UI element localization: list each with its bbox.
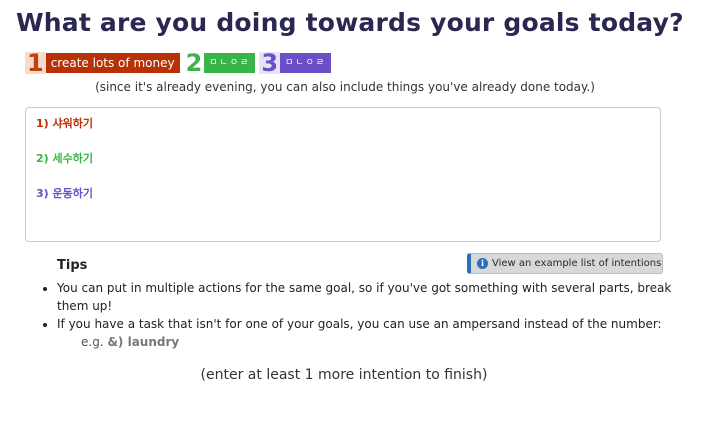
intentions-textarea[interactable]: 1) 샤워하기 2) 세수하기 3) 운동하기 <box>25 107 661 242</box>
example-prefix: e.g. <box>81 335 104 349</box>
finish-status: (enter at least 1 more intention to fini… <box>200 367 488 383</box>
goal-2-number: 2 <box>185 49 203 77</box>
intention-line-2: 2) 세수하기 <box>36 152 93 165</box>
view-example-button[interactable]: i View an example list of intentions <box>467 253 663 274</box>
goal-3-label: ㅁㄴㅇㄹ <box>280 53 332 73</box>
tip-2-text: If you have a task that isn't for one of… <box>57 317 662 331</box>
info-icon: i <box>477 258 488 269</box>
intention-line-3: 3) 운동하기 <box>36 187 93 200</box>
intention-line-1: 1) 샤워하기 <box>36 117 93 130</box>
goal-2-label: ㅁㄴㅇㄹ <box>204 53 256 73</box>
page-title: What are you doing towards your goals to… <box>16 8 684 37</box>
tip-1-text: You can put in multiple actions for the … <box>57 281 672 313</box>
tip-item: You can put in multiple actions for the … <box>57 279 697 315</box>
goal-1-label: create lots of money <box>45 53 180 73</box>
tip-item: If you have a task that isn't for one of… <box>57 315 697 351</box>
example-code: &) laundry <box>107 335 180 349</box>
tips-list: You can put in multiple actions for the … <box>38 279 697 351</box>
goal-1: 1 create lots of money <box>25 49 180 77</box>
goal-3-number: 3 <box>259 49 281 77</box>
goal-3: 3 ㅁㄴㅇㄹ <box>259 49 332 77</box>
goals-legend: 1 create lots of money 2 ㅁㄴㅇㄹ 3 ㅁㄴㅇㄹ <box>25 49 335 77</box>
goal-1-number: 1 <box>25 49 46 77</box>
goal-2: 2 ㅁㄴㅇㄹ <box>184 49 256 77</box>
tip-example: e.g. &) laundry <box>81 333 697 351</box>
evening-note: (since it's already evening, you can als… <box>95 80 595 94</box>
tips-heading: Tips <box>57 258 88 273</box>
view-example-label: View an example list of intentions <box>492 258 662 269</box>
